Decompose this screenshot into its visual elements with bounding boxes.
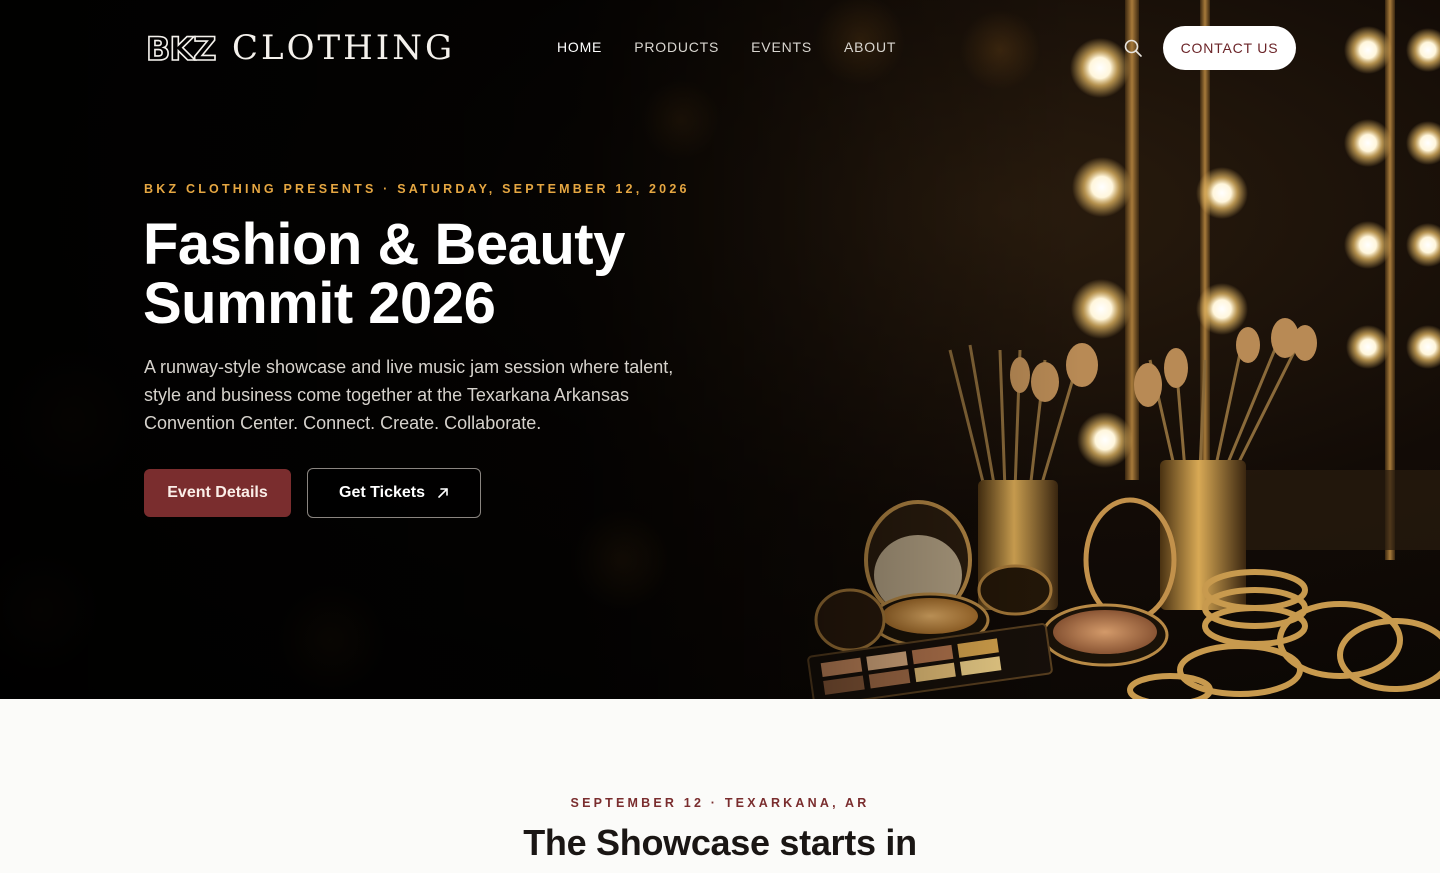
hero-description: A runway-style showcase and live music j… — [144, 357, 674, 433]
brand-logo[interactable]: BKZ CLOTHING — [146, 30, 455, 66]
get-tickets-label: Get Tickets — [339, 484, 425, 501]
hero-title: Fashion & Beauty Summit 2026 — [143, 215, 763, 333]
nav-events[interactable]: EVENTS — [751, 39, 812, 55]
hero-eyebrow: BKZ CLOTHING PRESENTS · SATURDAY, SEPTEM… — [144, 182, 690, 196]
contact-us-button[interactable]: CONTACT US — [1163, 26, 1296, 70]
main-menu: HOME PRODUCTS EVENTS ABOUT — [557, 39, 896, 55]
get-tickets-button[interactable]: Get Tickets — [307, 468, 481, 518]
arrow-up-right-icon — [438, 488, 448, 498]
hero-section: BKZ CLOTHING HOME PRODUCTS EVENTS ABOUT … — [0, 0, 1440, 699]
hero-title-line-2: Summit 2026 — [143, 271, 496, 336]
brand-wordmark: CLOTHING — [232, 28, 456, 68]
svg-text:BKZ: BKZ — [146, 31, 215, 65]
hero-title-line-1: Fashion & Beauty — [143, 212, 625, 277]
top-navigation: BKZ CLOTHING HOME PRODUCTS EVENTS ABOUT … — [0, 0, 1440, 96]
nav-about[interactable]: ABOUT — [844, 39, 896, 55]
bkz-logo-mark: BKZ — [146, 31, 217, 65]
nav-home[interactable]: HOME — [557, 39, 602, 55]
hero-overlay — [0, 0, 1440, 699]
countdown-eyebrow: SEPTEMBER 12 · TEXARKANA, AR — [570, 796, 870, 810]
countdown-title: The Showcase starts in — [523, 822, 917, 863]
countdown-section: SEPTEMBER 12 · TEXARKANA, AR The Showcas… — [0, 699, 1440, 873]
search-icon[interactable] — [1123, 38, 1143, 58]
nav-products[interactable]: PRODUCTS — [634, 39, 719, 55]
event-details-button[interactable]: Event Details — [144, 469, 291, 517]
